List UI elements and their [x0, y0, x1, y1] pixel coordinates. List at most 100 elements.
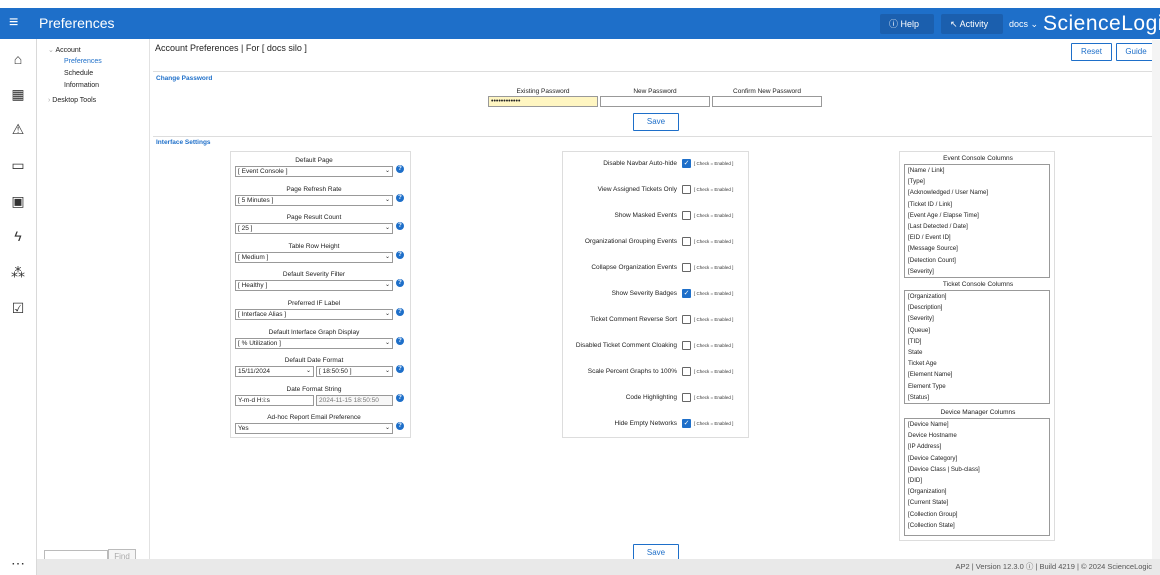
list-item[interactable]: [Severity] [905, 266, 1049, 277]
toggle-checkbox[interactable]: ✓ [682, 419, 691, 428]
help-icon[interactable]: ? [396, 422, 404, 431]
toggle-label: Code Highlighting [625, 394, 677, 401]
ticket-icon[interactable]: ▣ [10, 193, 26, 209]
setting-select[interactable]: [ % Utilization ] ⌄ [235, 337, 393, 349]
toggle-checkbox[interactable] [682, 263, 691, 272]
list-item[interactable]: [Detection Count] [905, 255, 1049, 266]
time-format-select[interactable]: [ 18:50:50 ] ⌄ [316, 366, 393, 378]
help-icon[interactable]: ? [396, 193, 404, 202]
toggle-checkbox[interactable] [682, 315, 691, 324]
list-item[interactable]: [Organization] [905, 291, 1049, 302]
toggle-checkbox[interactable] [682, 341, 691, 350]
toggle-label: Disabled Ticket Comment Cloaking [575, 342, 677, 349]
list-item[interactable]: [Last Detected / Date] [905, 221, 1049, 232]
ticket-columns-list[interactable]: [Organization] [Description] [Severity] [Qu… [904, 290, 1050, 404]
event-columns-list[interactable]: [Name / Link] [Type] [Acknowledged / User … [904, 164, 1050, 278]
adhoc-email-select[interactable]: Yes ⌄ [235, 423, 393, 435]
chevron-down-icon: ⌄ [384, 253, 390, 260]
setting-select[interactable]: [ Interface Alias ] ⌄ [235, 309, 393, 320]
confirm-password-field[interactable] [712, 96, 822, 107]
more-icon[interactable]: ⋯ [10, 555, 26, 571]
help-icon[interactable]: ? [396, 336, 404, 345]
toggle-checkbox[interactable] [682, 393, 691, 402]
list-item[interactable]: [Severity] [905, 313, 1049, 324]
list-item[interactable]: Device Hostname [905, 430, 1049, 441]
setting-select[interactable]: [ Event Console ] ⌄ [235, 166, 393, 177]
list-item[interactable]: [Acknowledged / User Name] [905, 187, 1049, 198]
help-icon[interactable]: ? [396, 279, 404, 288]
list-item[interactable]: [Device Category] [905, 453, 1049, 464]
home-icon[interactable]: ⌂ [10, 51, 26, 67]
dropdown-settings-panel: Default Page [ Event Console ] ⌄? Page Refr… [230, 151, 411, 438]
toggle-checkbox[interactable] [682, 367, 691, 376]
list-item[interactable]: [Current State] [905, 497, 1049, 508]
help-icon[interactable]: ? [396, 250, 404, 259]
list-item[interactable]: [Collection Group] [905, 509, 1049, 520]
list-item[interactable]: [Status] [905, 392, 1049, 403]
hamburger-menu-icon[interactable]: ≡ [9, 14, 18, 32]
toggle-checkbox[interactable]: ✓ [682, 289, 691, 298]
nav-schedule[interactable]: Schedule [64, 70, 93, 77]
list-item[interactable]: Ticket Age [905, 358, 1049, 369]
list-item[interactable]: [IP Address] [905, 441, 1049, 452]
date-format-string-input[interactable]: Y-m-d H:i:s [235, 394, 314, 406]
existing-password-field[interactable]: •••••••••••• [488, 96, 598, 107]
help-button[interactable]: ⓘ Help [880, 14, 934, 34]
setting-select[interactable]: [ Medium ] ⌄ [235, 251, 393, 263]
setting-select[interactable]: [ Healthy ] ⌄ [235, 280, 393, 292]
list-item[interactable]: [DID] [905, 475, 1049, 486]
list-item[interactable]: [Organization] [905, 486, 1049, 497]
list-item[interactable]: [Queue] [905, 325, 1049, 336]
nav-desktop-tools[interactable]: › Desktop Tools [48, 97, 96, 104]
topology-icon[interactable]: ⁂ [10, 264, 26, 280]
help-icon[interactable]: ? [396, 308, 404, 316]
user-menu[interactable]: docs ⌄ [1009, 19, 1038, 30]
nav-desktop-tools-label: Desktop Tools [52, 97, 97, 104]
list-item[interactable]: [Message Source] [905, 243, 1049, 254]
guide-button[interactable]: Guide [1116, 43, 1156, 61]
help-icon[interactable]: ? [396, 393, 404, 402]
list-item[interactable]: [Name / Link] [905, 165, 1049, 176]
list-item[interactable]: [Device Class | Sub-class] [905, 464, 1049, 475]
list-item[interactable]: [Element Name] [905, 369, 1049, 380]
help-icon[interactable]: ? [396, 165, 404, 173]
list-item[interactable]: [Collection State] [905, 520, 1049, 531]
list-item[interactable]: [Description] [905, 302, 1049, 313]
toggle-checkbox[interactable] [682, 211, 691, 220]
reset-button[interactable]: Reset [1071, 43, 1112, 61]
toggle-checkbox[interactable] [682, 185, 691, 194]
nav-account[interactable]: ⌄ Account [48, 46, 81, 54]
help-icon[interactable]: ? [396, 365, 404, 374]
device-columns-list[interactable]: [Device Name] Device Hostname [IP Address]… [904, 418, 1050, 536]
top-navigation-bar: ≡ Preferences ⓘ Help ↖ Activity docs ⌄ S… [0, 8, 1160, 39]
alert-icon[interactable]: ⚠ [10, 121, 26, 137]
list-item[interactable]: Element Type [905, 381, 1049, 392]
new-password-field[interactable] [600, 96, 710, 107]
help-icon[interactable]: ? [396, 222, 404, 231]
checklist-icon[interactable]: ☑ [10, 300, 26, 316]
activity-button[interactable]: ↖ Activity [941, 14, 1003, 34]
setting-select[interactable]: [ 5 Minutes ] ⌄ [235, 194, 393, 206]
save-password-button[interactable]: Save [633, 113, 679, 131]
event-icon[interactable]: ϟ [10, 228, 26, 244]
nav-information[interactable]: Information [64, 82, 99, 89]
list-item[interactable]: [Event Age / Elapse Time] [905, 210, 1049, 221]
dashboard-icon[interactable]: ▦ [10, 86, 26, 102]
page-scrollbar[interactable] [1152, 40, 1160, 560]
chevron-down-icon: ⌄ [384, 339, 390, 346]
top-strip [0, 0, 1160, 8]
toggle-checkbox[interactable] [682, 237, 691, 246]
list-item[interactable]: [TID] [905, 336, 1049, 347]
date-format-select[interactable]: 15/11/2024 ⌄ [235, 366, 314, 378]
setting-label: Preferred IF Label [287, 300, 341, 307]
device-icon[interactable]: ▭ [10, 157, 26, 173]
setting-select[interactable]: [ 25 ] ⌄ [235, 223, 393, 235]
list-item[interactable]: State [905, 347, 1049, 358]
list-item[interactable]: [Device Name] [905, 419, 1049, 430]
adhoc-email-label: Ad-hoc Report Email Preference [267, 414, 361, 422]
list-item[interactable]: [Type] [905, 176, 1049, 187]
list-item[interactable]: [Ticket ID / Link] [905, 199, 1049, 210]
toggle-checkbox[interactable]: ✓ [682, 159, 691, 168]
list-item[interactable]: [EID / Event ID] [905, 232, 1049, 243]
nav-preferences[interactable]: Preferences [64, 58, 102, 65]
